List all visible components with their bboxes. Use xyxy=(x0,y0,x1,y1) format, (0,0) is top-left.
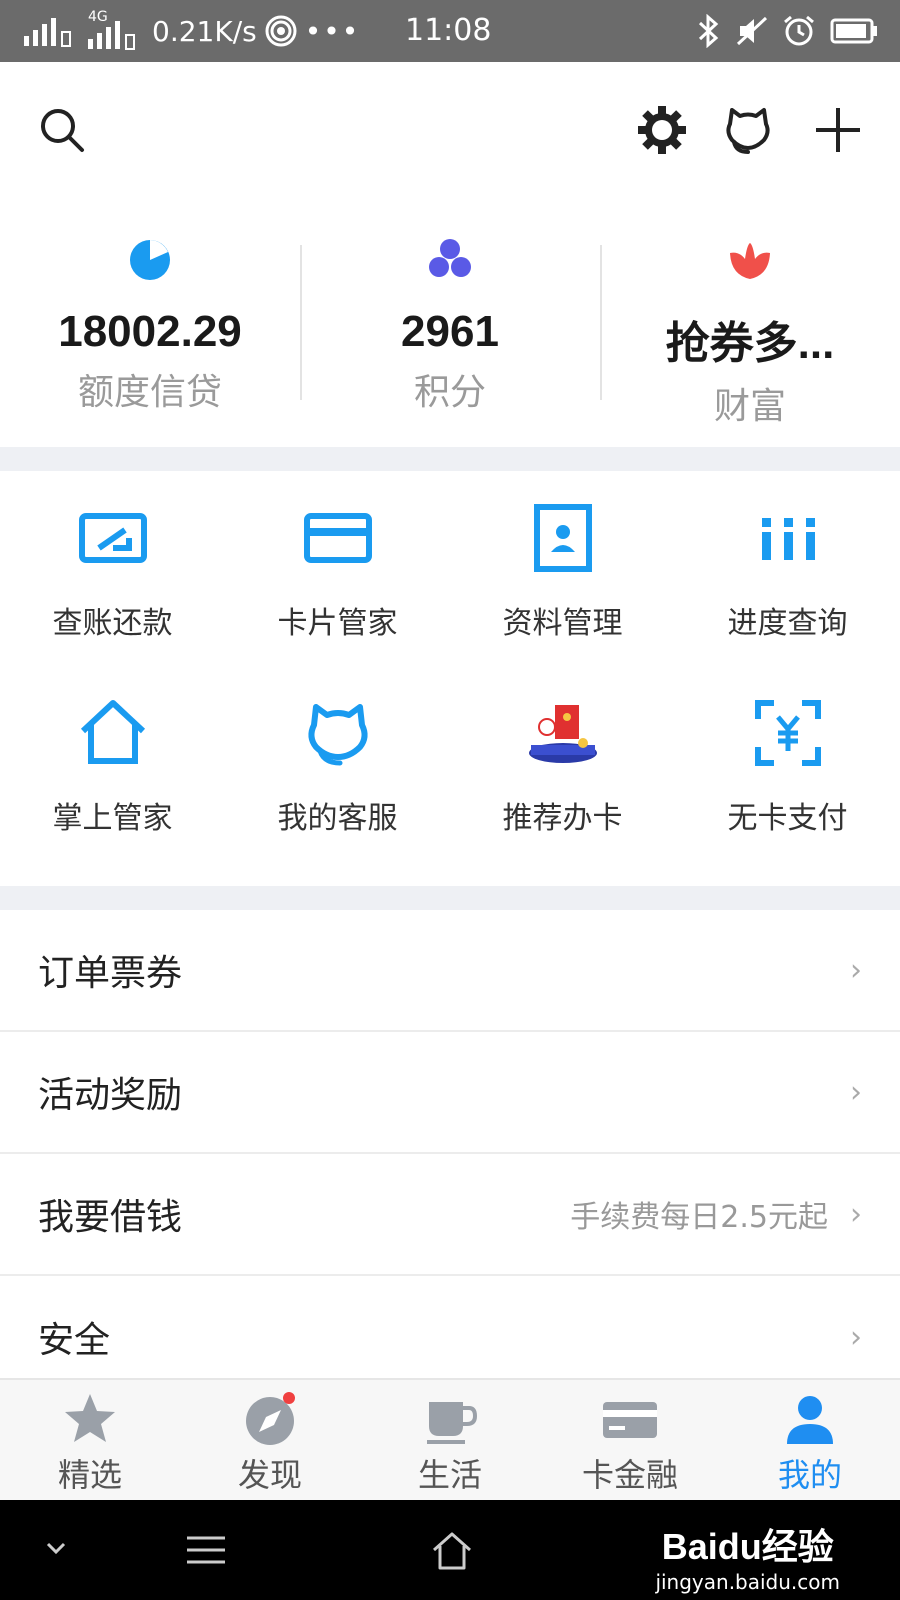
watermark-logo: Baidu经验 xyxy=(661,1526,834,1567)
list-item-rewards[interactable]: 活动奖励 › xyxy=(0,1032,900,1154)
signal-icon xyxy=(24,18,71,47)
grid-label: 进度查询 xyxy=(727,606,848,641)
more-dots: ••• xyxy=(304,14,361,48)
system-nav-bar: Baidu经验 jingyan.baidu.com xyxy=(0,1500,900,1600)
person-icon xyxy=(787,1396,833,1444)
recommend-card-icon xyxy=(528,705,597,763)
signal-4g: 4G xyxy=(86,9,144,51)
header xyxy=(0,62,900,202)
alarm-icon xyxy=(784,15,814,46)
chevron-right-icon: › xyxy=(850,1196,862,1232)
watermark-url: jingyan.baidu.com xyxy=(655,1570,840,1594)
grid-item-progress[interactable]: 进度查询 xyxy=(675,502,900,697)
grid-label: 掌上管家 xyxy=(52,801,173,836)
stat-credit[interactable]: 18002.29 额度信贷 xyxy=(0,215,300,435)
list-title: 活动奖励 xyxy=(38,1075,183,1116)
grid-item-card[interactable]: 卡片管家 xyxy=(225,502,450,697)
status-right xyxy=(696,0,878,62)
stat-label: 额度信贷 xyxy=(77,372,222,413)
profile-icon xyxy=(533,504,592,572)
list-item-orders[interactable]: 订单票券 › xyxy=(0,910,900,1032)
cup-icon xyxy=(427,1402,478,1444)
grid-item-profile[interactable]: 资料管理 xyxy=(450,502,675,697)
section-divider xyxy=(0,447,900,471)
compass-icon xyxy=(246,1392,295,1445)
chevron-right-icon: › xyxy=(850,1319,862,1355)
tab-life[interactable]: 生活 xyxy=(360,1380,540,1500)
menu-icon[interactable] xyxy=(185,1534,227,1566)
grid-item-bill[interactable]: 查账还款 xyxy=(0,502,225,697)
chevron-right-icon: › xyxy=(850,952,862,988)
grid-item-scanpay[interactable]: 无卡支付 xyxy=(675,697,900,892)
list-subtitle: 手续费每日2.5元起 xyxy=(570,1200,828,1235)
stat-points[interactable]: 2961 积分 xyxy=(300,215,600,435)
flower-icon xyxy=(730,243,770,279)
grid-label: 资料管理 xyxy=(502,606,623,641)
gear-icon[interactable] xyxy=(634,102,690,158)
clock: 11:08 xyxy=(405,13,492,48)
status-left: 4G 0.21K/s ••• xyxy=(22,0,360,62)
chevron-down-icon[interactable] xyxy=(42,1538,70,1558)
signal-icon-2 xyxy=(88,21,135,50)
grid-item-recommend[interactable]: 推荐办卡 xyxy=(450,697,675,892)
card-icon xyxy=(303,513,372,563)
dots-cluster-icon xyxy=(429,239,471,277)
service-icon xyxy=(307,704,368,766)
bluetooth-icon xyxy=(698,14,719,48)
tab-card-finance[interactable]: 卡金融 xyxy=(540,1380,720,1500)
search-icon[interactable] xyxy=(34,102,90,158)
feature-grid: 查账还款 卡片管家 资料管理 进度查询 掌上管家 我的客服 推荐办卡 无卡支付 xyxy=(0,470,900,880)
bottom-tab-bar: 精选 发现 生活 卡金融 我的 xyxy=(0,1378,900,1500)
section-divider xyxy=(0,886,900,910)
stat-label: 财富 xyxy=(713,386,786,427)
tab-featured[interactable]: 精选 xyxy=(0,1380,180,1500)
tab-label: 精选 xyxy=(57,1456,122,1494)
tab-mine[interactable]: 我的 xyxy=(720,1380,900,1500)
grid-label: 我的客服 xyxy=(277,801,398,836)
star-icon xyxy=(65,1394,115,1442)
stat-value: 抢券多... xyxy=(665,319,835,368)
stat-label: 积分 xyxy=(413,372,486,413)
network-speed: 0.21K/s xyxy=(152,14,257,48)
mute-icon xyxy=(736,16,768,46)
grid-item-home[interactable]: 掌上管家 xyxy=(0,697,225,892)
stat-wealth[interactable]: 抢券多... 财富 xyxy=(600,215,900,435)
customer-service-icon[interactable] xyxy=(720,102,776,158)
bill-repay-icon xyxy=(78,513,147,563)
list-title: 安全 xyxy=(38,1320,111,1361)
progress-icon xyxy=(761,518,815,560)
card-icon xyxy=(603,1402,657,1438)
tab-label: 卡金融 xyxy=(581,1456,678,1494)
list-title: 我要借钱 xyxy=(38,1197,183,1238)
grid-label: 推荐办卡 xyxy=(502,801,623,836)
stat-value: 2961 xyxy=(401,307,499,356)
tab-discover[interactable]: 发现 xyxy=(180,1380,360,1500)
baidu-watermark: Baidu经验 jingyan.baidu.com xyxy=(655,1518,840,1594)
home-icon xyxy=(80,700,145,764)
list-title: 订单票券 xyxy=(38,953,183,994)
tab-label: 生活 xyxy=(417,1456,482,1494)
grid-label: 查账还款 xyxy=(52,606,173,641)
stat-value: 18002.29 xyxy=(58,307,242,356)
hotspot-icon xyxy=(265,15,297,47)
chevron-right-icon: › xyxy=(850,1074,862,1110)
grid-label: 卡片管家 xyxy=(277,606,398,641)
tab-label: 我的 xyxy=(777,1456,842,1494)
home-button-icon[interactable] xyxy=(430,1528,474,1572)
battery-icon xyxy=(830,18,877,44)
tab-label: 发现 xyxy=(237,1456,302,1494)
grid-item-service[interactable]: 我的客服 xyxy=(225,697,450,892)
status-bar: 4G 0.21K/s ••• 11:08 xyxy=(0,0,900,62)
add-icon[interactable] xyxy=(810,102,866,158)
menu-list: 订单票券 › 活动奖励 › 我要借钱 手续费每日2.5元起 › 安全 › xyxy=(0,910,900,1398)
list-item-borrow[interactable]: 我要借钱 手续费每日2.5元起 › xyxy=(0,1154,900,1276)
scan-pay-icon xyxy=(754,700,821,766)
pie-icon xyxy=(130,240,170,280)
stats-row: 18002.29 额度信贷 2961 积分 抢券多... 财富 xyxy=(0,215,900,435)
grid-label: 无卡支付 xyxy=(727,801,848,836)
